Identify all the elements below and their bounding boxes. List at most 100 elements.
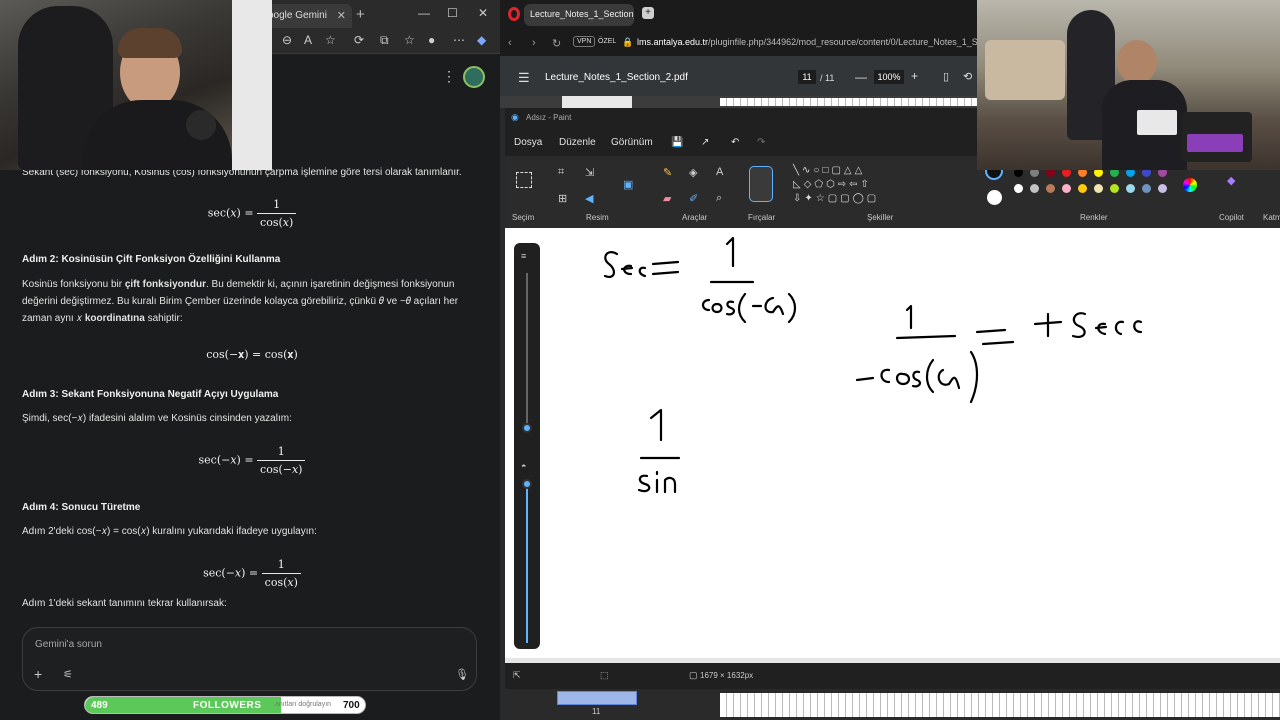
ink-sec: [620, 264, 634, 276]
shapes-gallery[interactable]: ╲∿○□▢△△ ◺◇⬠⬡⇨⇦⇧ ⇩✦☆▢▢◯▢: [793, 164, 898, 208]
fit-page-icon[interactable]: ▯: [943, 70, 949, 83]
add-icon[interactable]: +: [34, 666, 42, 682]
minimize-button[interactable]: —: [418, 6, 430, 20]
pdf-page-preview-bottom: [720, 693, 1280, 717]
microphone-icon[interactable]: 🎙: [455, 668, 469, 681]
eq4-lhs: sec(−𝑥) =: [203, 566, 259, 580]
color-swatch[interactable]: [1014, 184, 1023, 193]
layers-icon[interactable]: ≡: [521, 251, 526, 261]
color-swatch[interactable]: [1046, 184, 1055, 193]
magic-select-icon[interactable]: ⊞: [558, 192, 567, 205]
wall: [232, 0, 272, 170]
rotate-icon[interactable]: ⟲: [963, 70, 972, 83]
text-tool-icon[interactable]: A: [716, 166, 723, 178]
tab-close-icon[interactable]: ✕: [337, 9, 346, 22]
extensions-icon[interactable]: ⟳: [354, 33, 364, 47]
shelf: [985, 40, 1065, 100]
ink-numerator: [725, 236, 735, 268]
rotate-image-icon[interactable]: ◀: [585, 192, 593, 205]
undo-icon[interactable]: ↶: [731, 137, 739, 148]
maximize-button[interactable]: ☐: [447, 6, 458, 20]
color-picker-icon[interactable]: ✐: [689, 192, 698, 205]
size-thumb[interactable]: [522, 479, 532, 489]
color-swatch[interactable]: [1078, 184, 1087, 193]
eq3-den: cos(−𝑥): [260, 463, 303, 476]
resize-icon[interactable]: ⇲: [585, 166, 594, 179]
copilot-icon[interactable]: ◆: [1227, 174, 1235, 187]
menu-edit[interactable]: Düzenle: [559, 137, 596, 148]
zoom-out-button[interactable]: —: [855, 70, 867, 84]
crop-icon[interactable]: ⌗: [558, 166, 564, 179]
menu-view[interactable]: Görünüm: [611, 137, 653, 148]
menu-icon[interactable]: ☰: [518, 70, 530, 86]
drawing-canvas[interactable]: [505, 228, 1280, 658]
menu-file[interactable]: Dosya: [514, 137, 542, 148]
avatar[interactable]: [463, 66, 485, 88]
ink-equals-2: [975, 328, 1015, 346]
eraser-icon[interactable]: ▰: [663, 192, 671, 205]
pencil-icon[interactable]: ✎: [663, 166, 672, 179]
brush-tool-icon[interactable]: [749, 166, 773, 202]
new-tab-button[interactable]: +: [356, 6, 365, 23]
step2-b: çift fonksiyondur: [124, 279, 206, 290]
person-head: [1117, 40, 1157, 84]
tab-lecture-notes[interactable]: Lecture_Notes_1_Section_: [524, 4, 634, 26]
prompt-input[interactable]: Gemini'a sorun: [35, 639, 102, 650]
pdf-thumb-current[interactable]: [557, 691, 637, 705]
favorite-icon[interactable]: ☆: [325, 33, 336, 47]
equation-2: cos(−𝐱) = cos(𝐱): [206, 348, 298, 361]
image-gen-icon[interactable]: ▣: [623, 178, 633, 191]
reload-icon[interactable]: ↻: [552, 37, 561, 50]
color-swatch[interactable]: [1142, 184, 1151, 193]
color-swatch[interactable]: [1062, 184, 1071, 193]
color-swatch[interactable]: [1126, 184, 1135, 193]
more-icon[interactable]: ⋯: [453, 33, 465, 47]
split-screen-icon[interactable]: ⧉: [380, 33, 389, 48]
zoom-in-button[interactable]: +: [911, 69, 918, 83]
tab-gemini[interactable]: oogle Gemini ✕: [262, 4, 352, 28]
zoom-icon[interactable]: ⊖: [282, 33, 292, 47]
opera-logo-icon[interactable]: [508, 7, 520, 21]
color-swatch[interactable]: [1030, 184, 1039, 193]
step3-text: Şimdi, sec(−𝑥) ifadesini alalım ve Kosin…: [22, 413, 292, 424]
page-number-input[interactable]: 11: [798, 70, 816, 84]
share-icon[interactable]: ↗: [701, 137, 709, 148]
zoom-input[interactable]: 100%: [874, 70, 904, 84]
save-icon[interactable]: 💾: [671, 137, 683, 148]
tab-title: oogle Gemini: [268, 10, 327, 21]
copilot-icon[interactable]: ◆: [477, 33, 486, 47]
color-swatch[interactable]: [1094, 184, 1103, 193]
tools-icon[interactable]: ⚟: [63, 668, 73, 681]
vpn-badge[interactable]: VPN: [573, 36, 596, 47]
url-field[interactable]: lms.antalya.edu.tr/pluginfile.php/344962…: [637, 37, 990, 47]
profile-icon[interactable]: ●: [428, 33, 435, 47]
pdf-thumb-number: 11: [592, 707, 601, 716]
person-hair: [118, 28, 182, 58]
zoom-track[interactable]: [526, 273, 528, 423]
read-aloud-icon[interactable]: A: [304, 33, 312, 47]
size-track[interactable]: [526, 483, 528, 643]
forward-icon[interactable]: ›: [532, 37, 536, 49]
step2-text: Kosinüs fonksiyonu bir çift fonksiyondur…: [22, 276, 462, 327]
pdf-thumbnail-strip: 11: [505, 689, 1280, 720]
group-label-image: Resim: [586, 213, 609, 222]
secondary-color[interactable]: [987, 190, 1002, 205]
lock-icon[interactable]: 🔒: [622, 37, 633, 48]
close-button[interactable]: ✕: [478, 6, 488, 20]
screen: oogle Gemini ✕ + — ☐ ✕ ⊖ A ☆ ⟳ ⧉ ☆ ● ⋯ ◆…: [0, 0, 1280, 720]
magnifier-icon[interactable]: ⌕: [716, 192, 722, 205]
color-wheel-icon[interactable]: [1183, 178, 1197, 192]
new-tab-button[interactable]: +: [642, 7, 654, 19]
opacity-icon[interactable]: ◓: [521, 461, 526, 471]
color-swatch[interactable]: [1158, 184, 1167, 193]
zoom-thumb[interactable]: [522, 423, 532, 433]
pdf-thumbnail[interactable]: [562, 96, 632, 108]
prompt-box[interactable]: Gemini'a sorun + ⚟ 🎙: [22, 627, 477, 691]
more-options-icon[interactable]: ⋮: [442, 68, 456, 85]
redo-icon[interactable]: ↷: [757, 137, 765, 148]
favorites-bar-icon[interactable]: ☆: [404, 33, 415, 47]
color-swatch[interactable]: [1110, 184, 1119, 193]
back-icon[interactable]: ‹: [508, 37, 512, 49]
fill-icon[interactable]: ◈: [689, 166, 697, 179]
select-tool-icon[interactable]: [516, 172, 532, 188]
